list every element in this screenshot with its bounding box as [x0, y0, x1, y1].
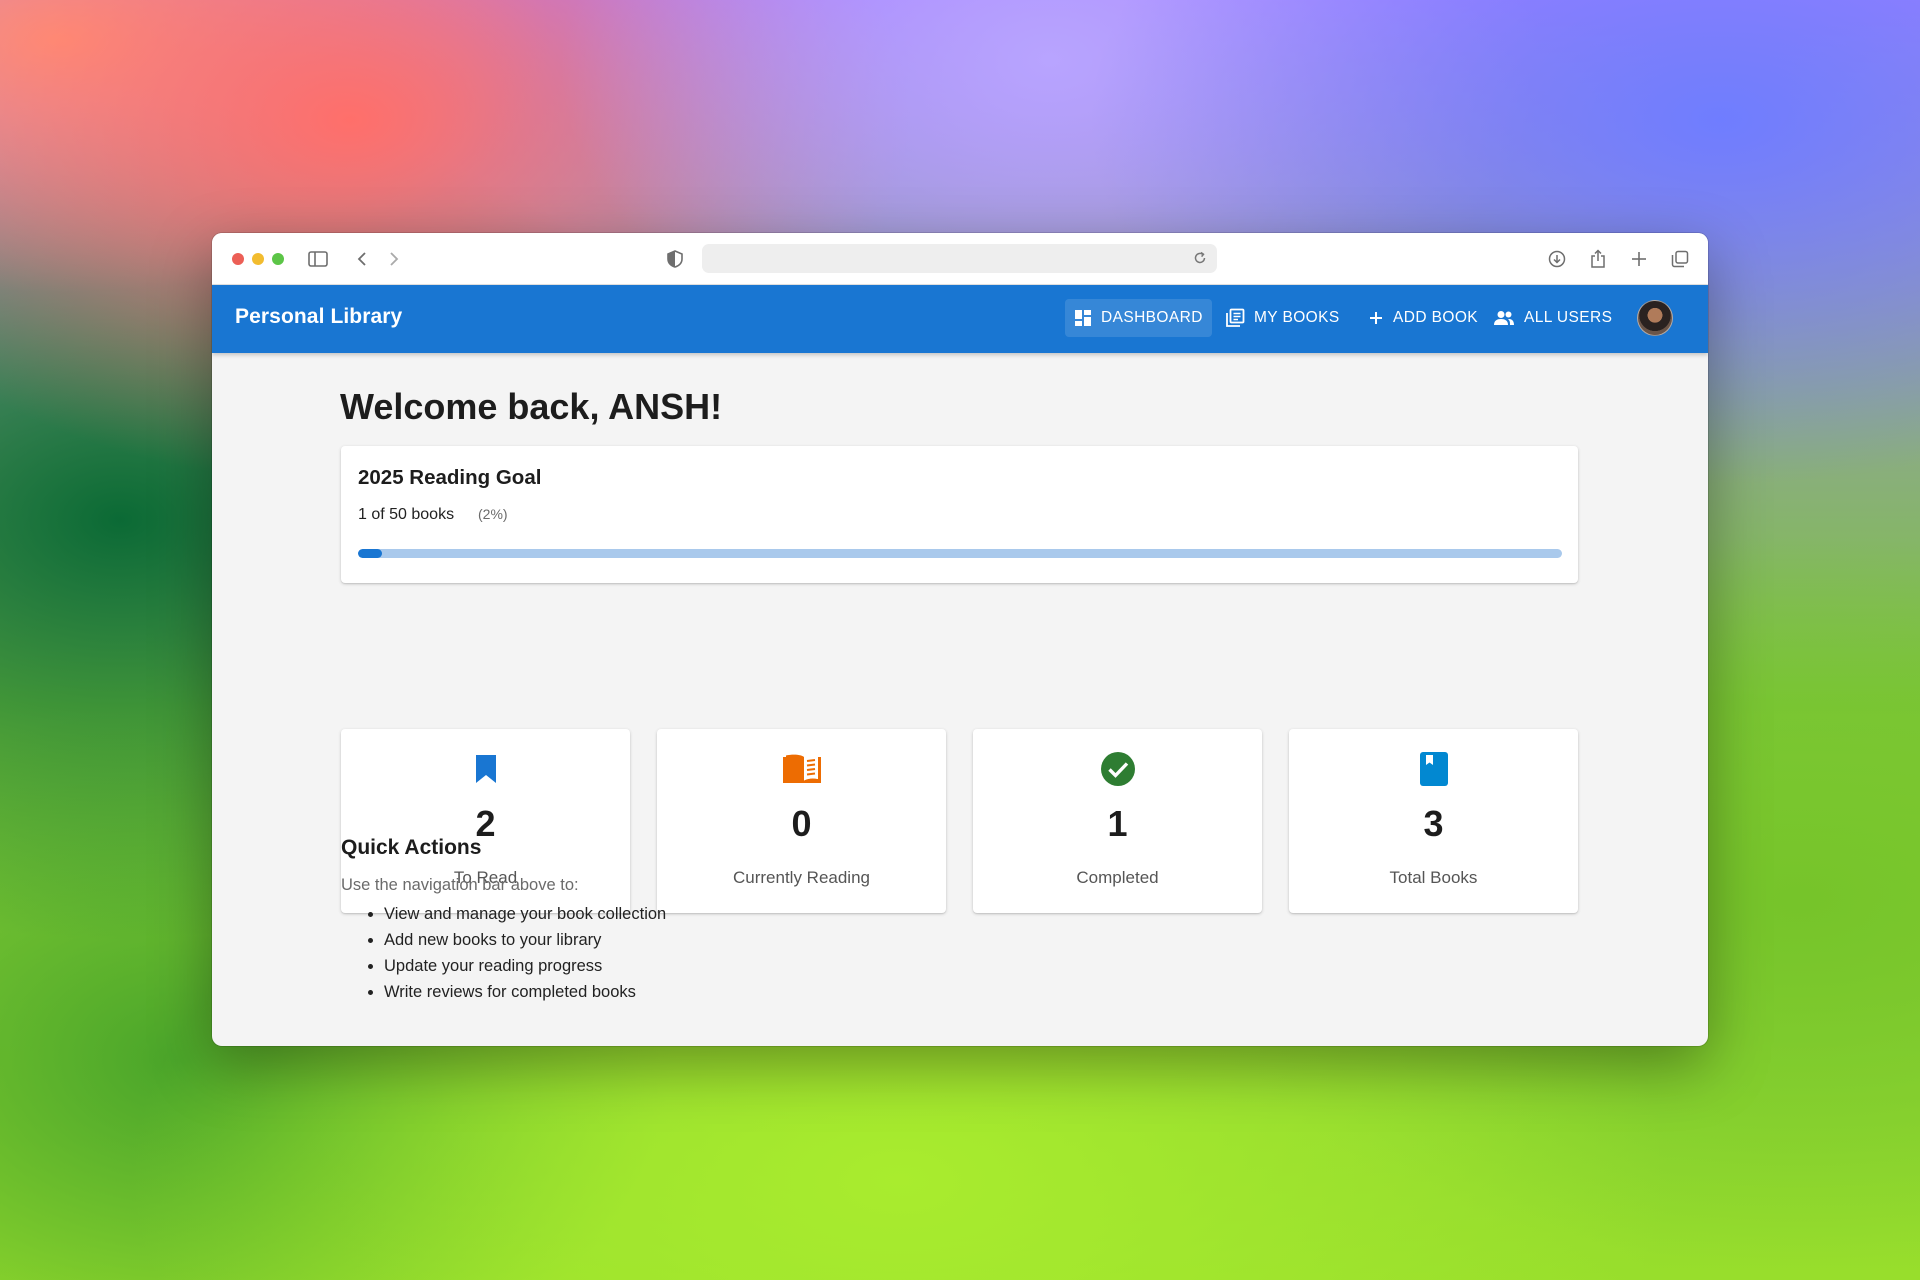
nav-dashboard[interactable]: DASHBOARD [1065, 299, 1212, 337]
list-item: Update your reading progress [384, 953, 666, 979]
stat-value-completed: 1 [1107, 803, 1128, 844]
minimize-window-button[interactable] [252, 253, 264, 265]
user-avatar[interactable] [1637, 300, 1673, 336]
share-icon[interactable] [1586, 247, 1610, 271]
check-circle-icon [1098, 749, 1138, 789]
bookmark-icon [466, 749, 506, 789]
page-title: Welcome back, ANSH! [340, 386, 723, 427]
quick-actions-title: Quick Actions [341, 836, 482, 859]
nav-add-book[interactable]: ADD BOOK [1359, 299, 1487, 337]
quick-actions-list: View and manage your book collection Add… [341, 901, 666, 1005]
forward-icon[interactable] [382, 247, 406, 271]
app-bar: Personal Library DASHBOARD MY BOOKS ADD … [212, 285, 1708, 353]
dashboard-icon [1074, 309, 1092, 327]
nav-dashboard-label: DASHBOARD [1101, 309, 1203, 326]
nav-all-users[interactable]: ALL USERS [1484, 299, 1621, 337]
library-books-icon [1225, 308, 1245, 328]
stat-label-total-books: Total Books [1389, 868, 1478, 887]
tab-overview-icon[interactable] [1668, 247, 1692, 271]
stat-label-currently-reading: Currently Reading [732, 868, 870, 887]
browser-window: Personal Library DASHBOARD MY BOOKS ADD … [212, 233, 1708, 1046]
brand-title[interactable]: Personal Library [235, 305, 402, 329]
new-tab-icon[interactable] [1627, 247, 1651, 271]
reload-icon[interactable] [1189, 247, 1211, 269]
download-icon[interactable] [1545, 247, 1569, 271]
reading-goal-card: 2025 Reading Goal 1 of 50 books (2%) [341, 446, 1578, 583]
stat-card-currently-reading[interactable]: 0 Currently Reading [657, 729, 946, 913]
stat-value-total-books: 3 [1423, 803, 1444, 844]
back-icon[interactable] [350, 247, 374, 271]
plus-icon [1368, 310, 1384, 326]
reading-goal-count: 1 of 50 books [358, 506, 455, 523]
nav-my-books[interactable]: MY BOOKS [1216, 299, 1349, 337]
list-item: View and manage your book collection [384, 901, 666, 927]
quick-actions-subtitle: Use the navigation bar above to: [341, 876, 579, 894]
close-window-button[interactable] [232, 253, 244, 265]
list-item: Add new books to your library [384, 927, 666, 953]
maximize-window-button[interactable] [272, 253, 284, 265]
list-item: Write reviews for completed books [384, 979, 666, 1005]
book-icon [1414, 749, 1454, 789]
reading-goal-percent: (2%) [478, 506, 508, 522]
people-icon [1493, 310, 1515, 326]
stat-card-completed[interactable]: 1 Completed [973, 729, 1262, 913]
nav-all-users-label: ALL USERS [1524, 309, 1613, 326]
reading-goal-title: 2025 Reading Goal [358, 466, 542, 489]
sidebar-toggle-icon[interactable] [306, 247, 330, 271]
open-book-icon [782, 749, 822, 789]
reading-goal-progress-bar [358, 549, 1562, 558]
nav-my-books-label: MY BOOKS [1254, 309, 1340, 326]
privacy-shield-icon[interactable] [663, 247, 687, 271]
address-bar[interactable] [702, 244, 1217, 273]
nav-add-book-label: ADD BOOK [1393, 309, 1479, 326]
stat-card-total-books[interactable]: 3 Total Books [1289, 729, 1578, 913]
stat-label-completed: Completed [1076, 868, 1159, 887]
stat-value-currently-reading: 0 [791, 803, 812, 844]
reading-goal-progress-fill [358, 549, 383, 558]
browser-toolbar [212, 233, 1708, 285]
